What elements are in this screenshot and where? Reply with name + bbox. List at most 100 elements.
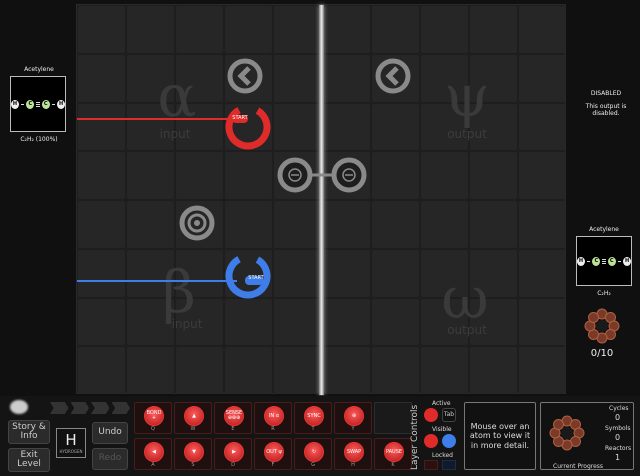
reactor-cell[interactable] bbox=[470, 152, 517, 199]
instruction-tool[interactable]: SYNC T bbox=[294, 402, 332, 434]
red-layer-lock-toggle[interactable] bbox=[424, 460, 438, 470]
hydrogen-element-button[interactable]: H HYDROGEN bbox=[56, 428, 86, 458]
pause-tool[interactable]: PAUSE K bbox=[374, 438, 412, 470]
instruction-key: Y bbox=[351, 426, 355, 432]
reactor-cell[interactable] bbox=[323, 6, 370, 53]
instruction-knob: IN α bbox=[264, 406, 284, 426]
undo-button[interactable]: Undo bbox=[92, 422, 128, 444]
reactor-cell[interactable] bbox=[421, 6, 468, 53]
reactor-cell[interactable] bbox=[323, 103, 370, 151]
instruction-tool[interactable]: ▼ S bbox=[174, 438, 212, 470]
reactor-cell[interactable] bbox=[372, 249, 419, 297]
red-layer-visible-toggle[interactable] bbox=[424, 434, 438, 448]
instruction-tool[interactable]: ▶ D bbox=[214, 438, 252, 470]
reactor-cell[interactable] bbox=[78, 6, 125, 53]
reactor-cell[interactable] bbox=[372, 347, 419, 394]
reactor-cell[interactable] bbox=[274, 54, 321, 102]
reactor-cell[interactable] bbox=[470, 347, 517, 394]
reactor-cell[interactable] bbox=[519, 54, 566, 102]
instruction-tool[interactable]: ▲ W bbox=[174, 402, 212, 434]
carbon-atom: C bbox=[607, 256, 616, 266]
reactor-cell[interactable] bbox=[323, 347, 370, 394]
reactor-cell[interactable] bbox=[421, 347, 468, 394]
reactor-cell[interactable] bbox=[470, 6, 517, 53]
blue-layer-lock-toggle[interactable] bbox=[442, 460, 456, 470]
reactor-cell[interactable] bbox=[372, 103, 419, 151]
reactor-cell[interactable] bbox=[78, 201, 125, 248]
reactor-cell[interactable] bbox=[470, 201, 517, 248]
output-molecule-panel: Acetylene H C C H C₂H₂ bbox=[574, 226, 634, 297]
instruction-tool[interactable]: BOND + Q bbox=[134, 402, 172, 434]
reactor-cell[interactable] bbox=[225, 298, 272, 346]
fast-forward-bar[interactable] bbox=[50, 402, 130, 414]
cycles-value: 0 bbox=[615, 413, 621, 422]
reactor-cell[interactable] bbox=[274, 298, 321, 346]
reactor-cell[interactable] bbox=[225, 6, 272, 53]
red-waldo-path bbox=[77, 118, 237, 120]
reactor-cell[interactable] bbox=[372, 152, 419, 199]
output-omega-label: output bbox=[447, 323, 487, 337]
reactor-cell[interactable] bbox=[421, 152, 468, 199]
reactor-divider bbox=[319, 5, 324, 395]
redo-button[interactable]: Redo bbox=[92, 448, 128, 470]
instruction-tool[interactable]: ↻ G bbox=[294, 438, 332, 470]
reactor-cell[interactable] bbox=[176, 347, 223, 394]
disabled-title: DISABLED bbox=[590, 90, 622, 97]
reactor-cell[interactable] bbox=[176, 6, 223, 53]
reactor-cell[interactable] bbox=[127, 152, 174, 199]
reactor-cell[interactable] bbox=[323, 201, 370, 248]
instruction-tool[interactable]: IN αR bbox=[254, 402, 292, 434]
instruction-knob: OUT ψ bbox=[264, 442, 284, 462]
reactor-cell[interactable] bbox=[323, 54, 370, 102]
instruction-knob: ▲ bbox=[184, 406, 204, 426]
reactor-cell[interactable] bbox=[127, 201, 174, 248]
reactor-cell[interactable] bbox=[372, 201, 419, 248]
reactor-cell[interactable] bbox=[225, 347, 272, 394]
reactor-cell[interactable] bbox=[519, 152, 566, 199]
reactor-cell[interactable] bbox=[78, 347, 125, 394]
reactor-grid[interactable]: α input ψ output β input ω output START … bbox=[76, 4, 566, 395]
red-start-waldo[interactable] bbox=[223, 102, 273, 152]
reactor-cell[interactable] bbox=[519, 103, 566, 151]
reactor-cell[interactable] bbox=[274, 347, 321, 394]
story-info-button[interactable]: Story & Info bbox=[8, 420, 50, 444]
output-psi-label: output bbox=[447, 127, 487, 141]
reactor-cell[interactable] bbox=[127, 347, 174, 394]
reactor-cell[interactable] bbox=[225, 201, 272, 248]
instruction-tool[interactable]: ⊕ Y bbox=[334, 402, 372, 434]
tab-key-button[interactable]: Tab bbox=[442, 408, 456, 422]
reactor-cell[interactable] bbox=[372, 6, 419, 53]
reactor-cell[interactable] bbox=[519, 249, 566, 297]
instruction-tool[interactable]: SWAP H bbox=[334, 438, 372, 470]
sensor-icon bbox=[179, 205, 215, 241]
reactor-cell[interactable] bbox=[421, 201, 468, 248]
reactor-cell[interactable] bbox=[274, 201, 321, 248]
reactor-cell[interactable] bbox=[78, 249, 125, 297]
reactor-cell[interactable] bbox=[323, 298, 370, 346]
reactor-cell[interactable] bbox=[519, 6, 566, 53]
reactor-cell[interactable] bbox=[78, 103, 125, 151]
active-layer-button[interactable] bbox=[424, 408, 438, 422]
input-beta-symbol: β bbox=[162, 258, 196, 326]
reactor-cell[interactable] bbox=[127, 6, 174, 53]
reactor-cell[interactable] bbox=[78, 152, 125, 199]
blue-layer-visible-toggle[interactable] bbox=[442, 434, 456, 448]
reactor-cell[interactable] bbox=[78, 298, 125, 346]
reactor-cell[interactable] bbox=[274, 103, 321, 151]
reactor-cell[interactable] bbox=[323, 249, 370, 297]
instruction-tool[interactable]: ◀ A bbox=[134, 438, 172, 470]
reactor-cell[interactable] bbox=[78, 54, 125, 102]
reactor-cell[interactable] bbox=[274, 6, 321, 53]
triple-bond bbox=[602, 258, 606, 264]
instruction-tool[interactable]: OUT ψF bbox=[254, 438, 292, 470]
instruction-tool[interactable]: SENSE ⊕⊕⊕ E bbox=[214, 402, 252, 434]
exit-level-button[interactable]: Exit Level bbox=[8, 448, 50, 472]
reactor-cell[interactable] bbox=[519, 298, 566, 346]
reactor-cell[interactable] bbox=[274, 249, 321, 297]
reactor-cell[interactable] bbox=[519, 347, 566, 394]
reactor-cell[interactable] bbox=[225, 152, 272, 199]
reactor-cell[interactable] bbox=[176, 152, 223, 199]
reactor-cell[interactable] bbox=[519, 201, 566, 248]
reactor-cell[interactable] bbox=[372, 298, 419, 346]
single-bond bbox=[20, 103, 25, 105]
